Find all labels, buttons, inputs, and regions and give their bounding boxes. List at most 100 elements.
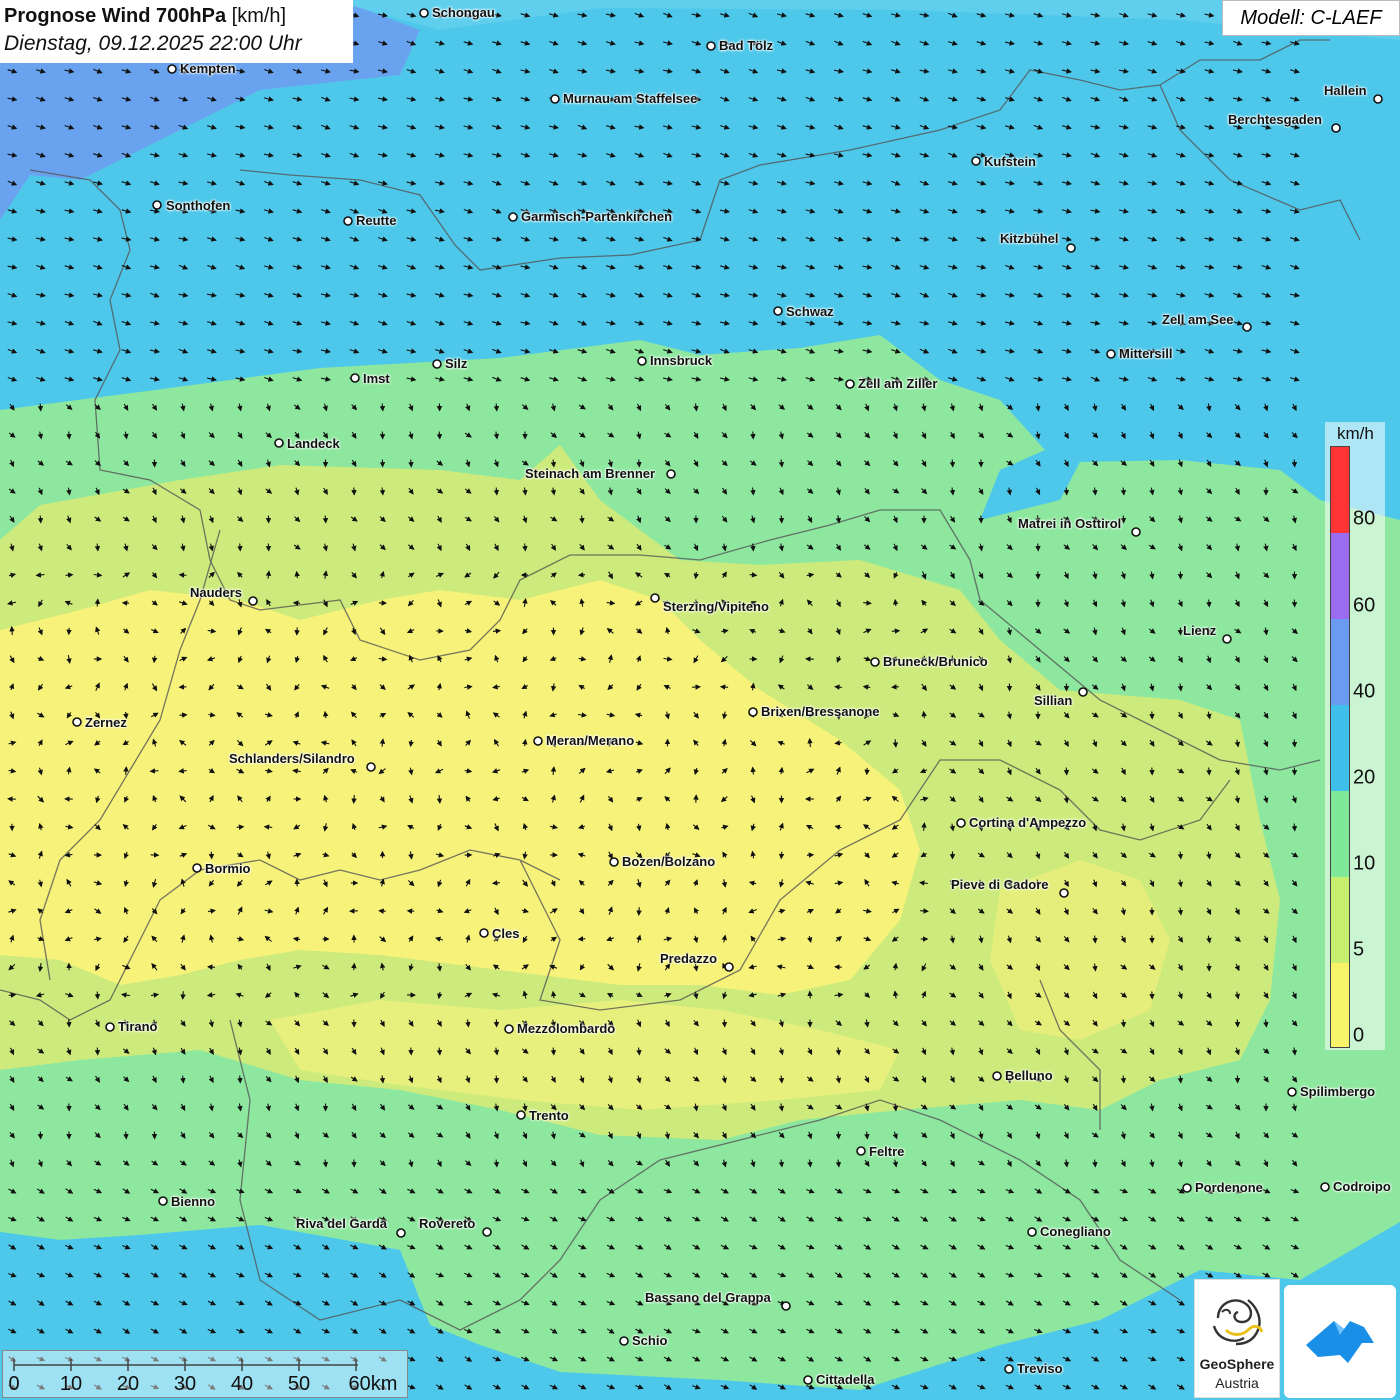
map-title-bold: Prognose Wind 700hPa: [4, 5, 227, 27]
city-label: Predazzo: [660, 951, 718, 966]
wind-arrow: [920, 908, 929, 914]
wind-arrow: [66, 431, 72, 440]
scale-label: 0: [8, 1373, 20, 1395]
legend-tick: 60: [1353, 594, 1376, 617]
city-label: Zernez: [85, 715, 127, 730]
wind-arrow: [149, 768, 159, 774]
model-label: Modell: C-LAEF: [1222, 0, 1400, 36]
wind-arrow: [550, 1047, 557, 1056]
wind-arrow: [408, 459, 414, 468]
wind-arrow: [436, 431, 443, 440]
city-label: Pordenone: [1195, 1180, 1263, 1195]
wind-arrow: [37, 403, 44, 412]
city-label: Rovereto: [419, 1216, 476, 1231]
city-label: Garmisch-Partenkirchen: [521, 209, 673, 224]
legend-seg-60-80: [1331, 533, 1349, 619]
scale-bar: 0 10 20 30 40 50 60km: [2, 1350, 408, 1398]
scale-label: 60km: [348, 1373, 398, 1395]
wind-arrow: [180, 991, 186, 1000]
logo-subtext: Austria: [1215, 1375, 1259, 1391]
legend-tick: 0: [1353, 1024, 1365, 1047]
scale-label: 50: [287, 1373, 311, 1395]
legend-seg-5-10: [1331, 877, 1349, 963]
city-label: Innsbruck: [650, 353, 713, 368]
city-label: Bormio: [205, 861, 251, 876]
logo-text: GeoSphere: [1199, 1356, 1275, 1372]
wind-arrow: [66, 1019, 72, 1028]
wind-arrow: [1291, 823, 1298, 832]
city-label: Bassano del Grappa: [645, 1290, 771, 1305]
wind-arrow: [750, 543, 756, 552]
wind-arrow: [378, 908, 386, 914]
city-label: Zell am Ziller: [858, 376, 938, 391]
map-title-unit: [km/h]: [231, 5, 287, 27]
legend-seg-10-20: [1331, 791, 1349, 877]
city-label: Mittersill: [1119, 346, 1173, 361]
city-label: Bruneck/Brunico: [883, 654, 988, 669]
wind-arrow: [891, 684, 899, 690]
wind-arrow: [292, 600, 301, 606]
wind-arrow: [892, 598, 899, 607]
city-label: Schongau: [432, 5, 495, 20]
app-logo[interactable]: [1284, 1285, 1396, 1398]
wind-arrow: [719, 684, 729, 690]
legend-seg-40-60: [1331, 619, 1349, 705]
city-label: Kitzbühel: [1000, 231, 1059, 246]
legend-tick: 40: [1353, 680, 1376, 703]
wind-arrow: [1092, 935, 1098, 944]
city-label: Brixen/Bressanone: [761, 704, 880, 719]
wind-arrow: [351, 962, 357, 971]
legend-tick: 5: [1353, 938, 1365, 961]
scale-label: 20: [116, 1373, 140, 1395]
city-label: Schwaz: [786, 304, 834, 319]
wind-arrow: [806, 852, 815, 858]
wind-arrow: [237, 1075, 243, 1084]
wind-arrow: [379, 403, 386, 412]
city-label: Schlanders/Silandro: [229, 751, 355, 766]
wind-arrow: [807, 990, 813, 999]
city-label: Feltre: [869, 1144, 905, 1159]
city-label: Silz: [445, 356, 468, 371]
city-label: Kempten: [180, 61, 236, 76]
map-date: Dienstag, 09.12.2025 22:00 Uhr: [4, 32, 302, 55]
wind-arrow: [778, 515, 785, 524]
city-label: Treviso: [1017, 1361, 1063, 1376]
city-label: Schio: [632, 1333, 668, 1348]
city-label: Meran/Merano: [546, 733, 635, 748]
city-label: Nauders: [190, 585, 243, 600]
wind-arrow: [891, 628, 901, 634]
city-label: Murnau am Staffelsee: [563, 91, 698, 106]
wind-arrow: [123, 766, 129, 775]
wind-arrow: [178, 572, 187, 578]
city-label: Lienz: [1183, 623, 1217, 638]
wind-arrow: [123, 1131, 129, 1140]
city-label: Belluno: [1005, 1068, 1053, 1083]
city-label: Tirano: [118, 1019, 158, 1034]
wind-arrow: [778, 851, 785, 860]
wind-arrow: [179, 712, 188, 718]
city-label: Riva del Garda: [296, 1216, 388, 1231]
wind-arrow: [1291, 739, 1298, 748]
wind-arrow: [577, 936, 586, 942]
geosphere-logo[interactable]: GeoSphere Austria: [1194, 1279, 1280, 1398]
city-label: Sonthofen: [166, 198, 231, 213]
wind-arrow: [949, 459, 956, 468]
wind-arrow: [94, 991, 101, 1000]
city-label: Reutte: [356, 213, 397, 228]
legend-seg-80-plus: [1331, 447, 1349, 533]
city-label: Steinach am Brenner: [525, 466, 656, 481]
wind-arrow: [493, 403, 500, 412]
title-box: Prognose Wind 700hPa [km/h] Dienstag, 09…: [0, 0, 353, 63]
city-label: Spilimbergo: [1300, 1084, 1376, 1099]
wind-arrow: [94, 598, 101, 607]
city-label: Codroipo: [1333, 1179, 1391, 1194]
scale-label: 30: [173, 1373, 197, 1395]
city-label: Zell am See: [1162, 312, 1234, 327]
city-label: Landeck: [287, 436, 340, 451]
legend-tick: 10: [1353, 852, 1376, 875]
city-label: Cortina d'Ampezzo: [969, 815, 1087, 830]
wind-arrow: [9, 625, 15, 636]
city-label: Cittadella: [816, 1372, 875, 1387]
wind-arrow: [493, 1075, 500, 1084]
legend-seg-0-5: [1331, 963, 1349, 1047]
